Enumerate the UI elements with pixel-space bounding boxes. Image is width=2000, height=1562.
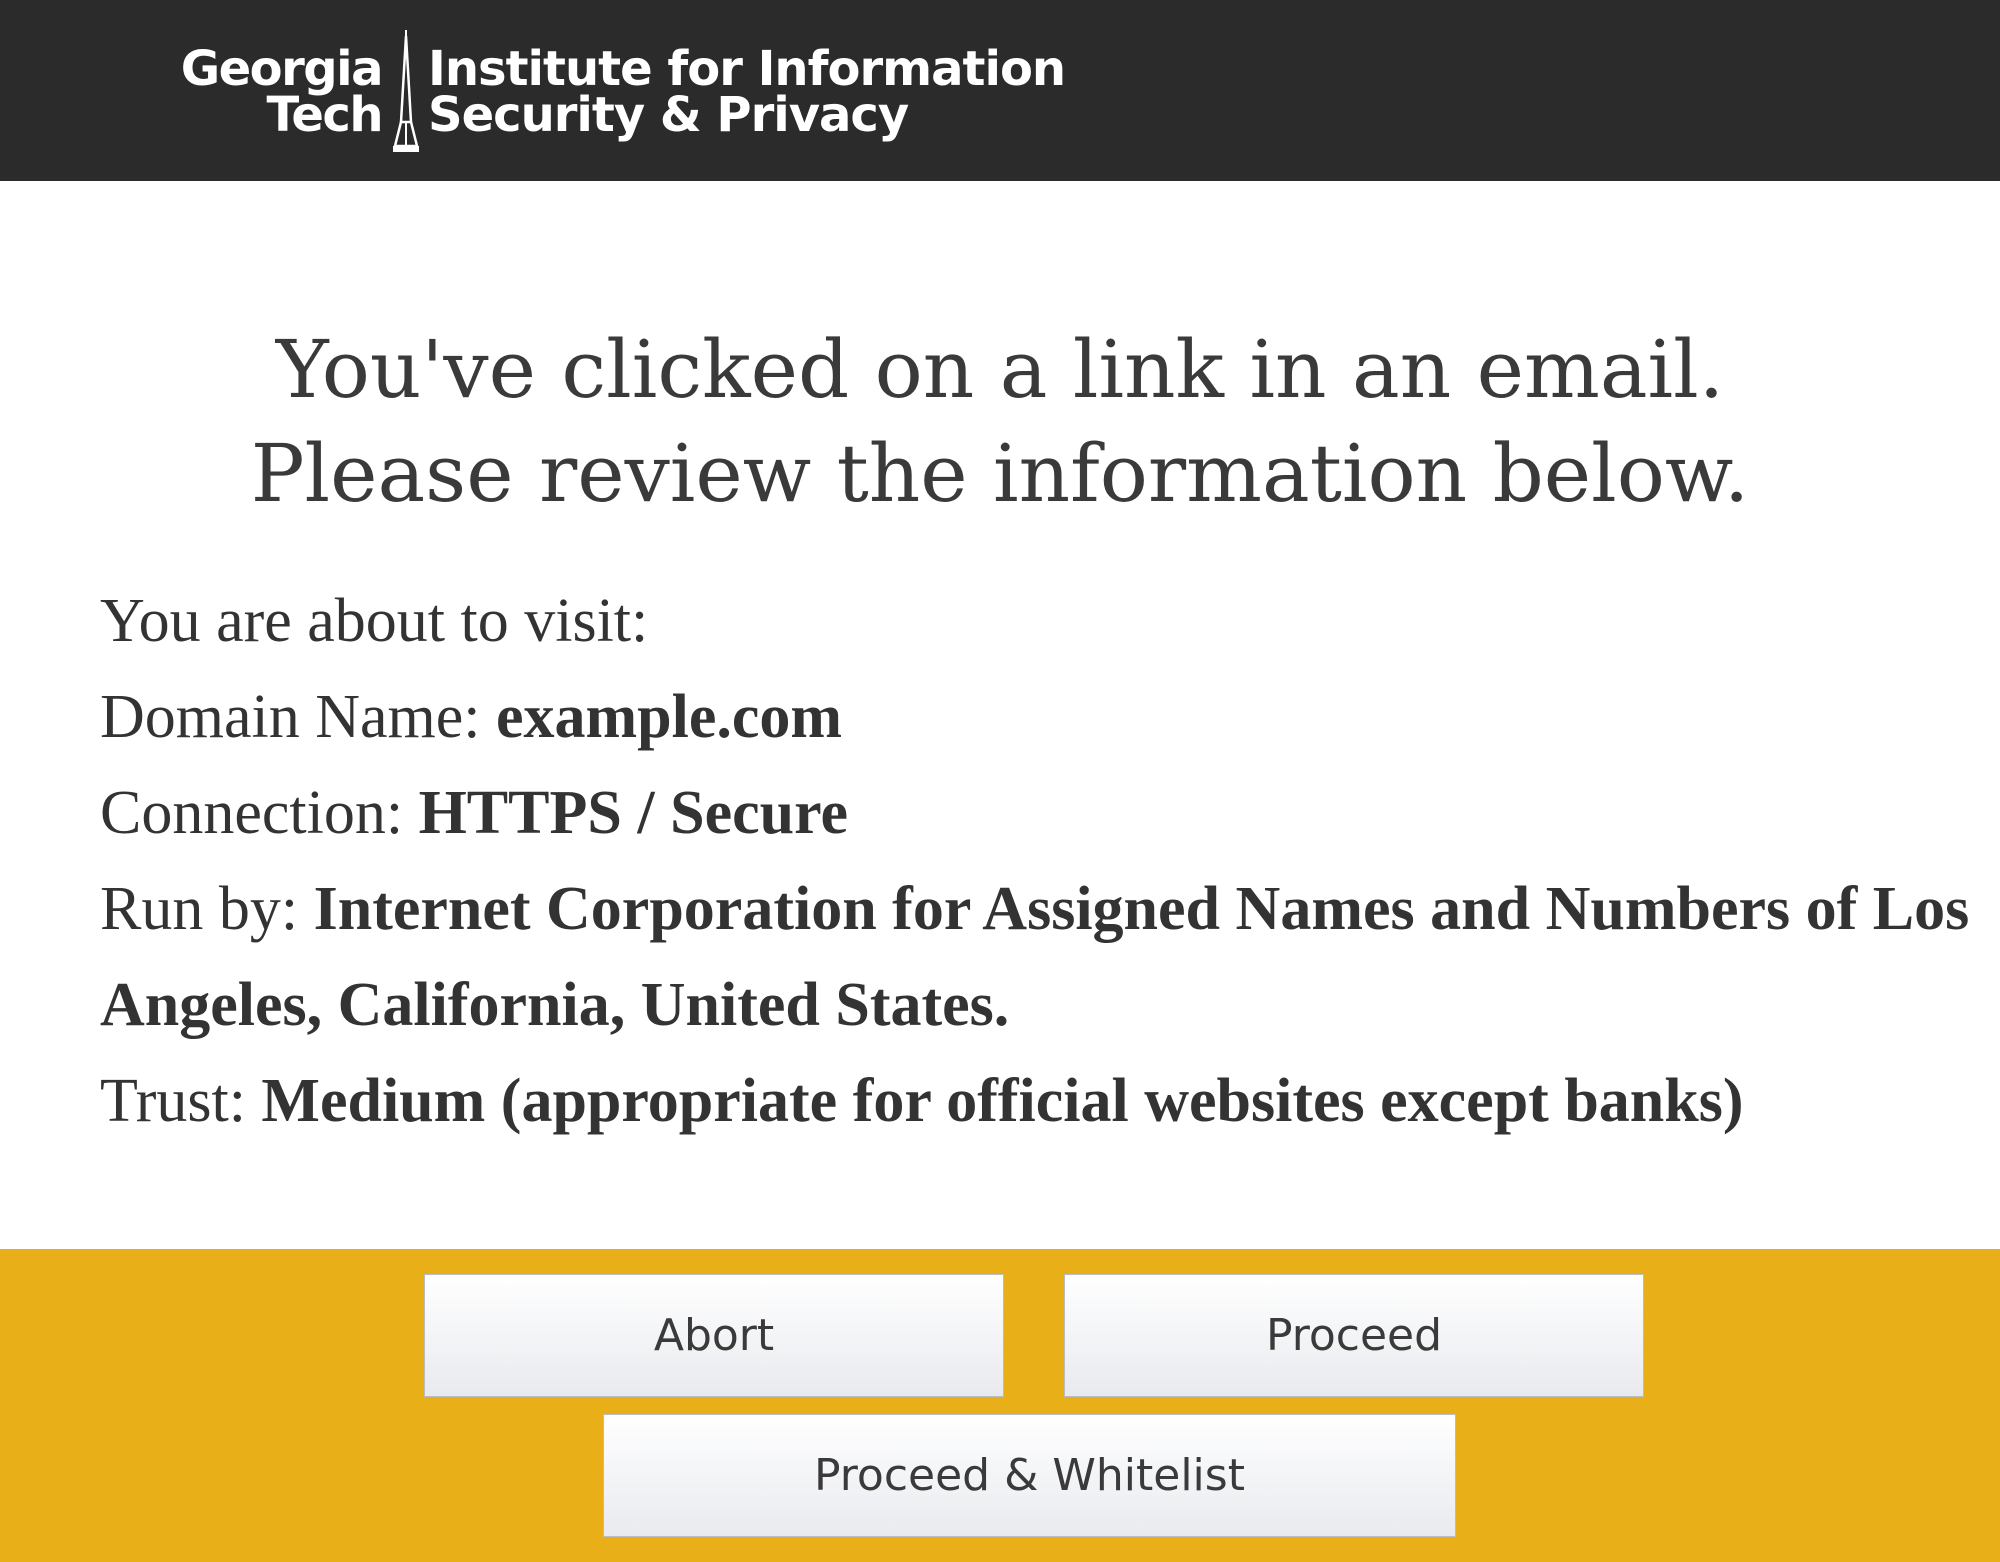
header-bar: Georgia Tech Institute for Information S…: [0, 0, 2000, 181]
logo-gt-line2: Tech: [266, 87, 383, 143]
info-runby-row: Run by: Internet Corporation for Assigne…: [100, 861, 1980, 1053]
trust-label: Trust:: [100, 1067, 262, 1135]
connection-value: HTTPS / Secure: [418, 779, 849, 847]
tech-tower-spire-icon: [393, 30, 419, 152]
info-intro: You are about to visit:: [100, 587, 649, 655]
logo-georgia-tech-wordmark: Georgia Tech: [136, 41, 384, 143]
page-headline: You've clicked on a link in an email. Pl…: [0, 318, 2000, 526]
proceed-whitelist-button[interactable]: Proceed & Whitelist: [603, 1414, 1456, 1537]
trust-value: Medium (appropriate for official website…: [261, 1067, 1744, 1135]
info-domain-row: Domain Name: example.com: [100, 669, 1980, 765]
logo-inst-line2: Security & Privacy: [428, 87, 909, 143]
proceed-button[interactable]: Proceed: [1064, 1274, 1644, 1397]
info-trust-row: Trust: Medium (appropriate for official …: [100, 1053, 1980, 1149]
headline-line1: You've clicked on a link in an email.: [275, 323, 1725, 416]
domain-label: Domain Name:: [100, 683, 497, 751]
gt-iisp-logo: Georgia Tech Institute for Information S…: [136, 28, 1146, 156]
logo-iisp-wordmark: Institute for Information Security & Pri…: [428, 41, 1066, 143]
abort-button[interactable]: Abort: [424, 1274, 1004, 1397]
domain-value: example.com: [496, 683, 843, 751]
destination-info: You are about to visit: Domain Name: exa…: [100, 573, 1980, 1149]
info-connection-row: Connection: HTTPS / Secure: [100, 765, 1980, 861]
connection-label: Connection:: [100, 779, 419, 847]
runby-label: Run by:: [100, 875, 314, 943]
logo-inst-line1: Institute for Information: [428, 41, 1066, 97]
logo-gt-line1: Georgia: [180, 41, 384, 97]
headline-line2: Please review the information below.: [250, 427, 1750, 520]
runby-value: Internet Corporation for Assigned Names …: [100, 875, 1970, 1039]
